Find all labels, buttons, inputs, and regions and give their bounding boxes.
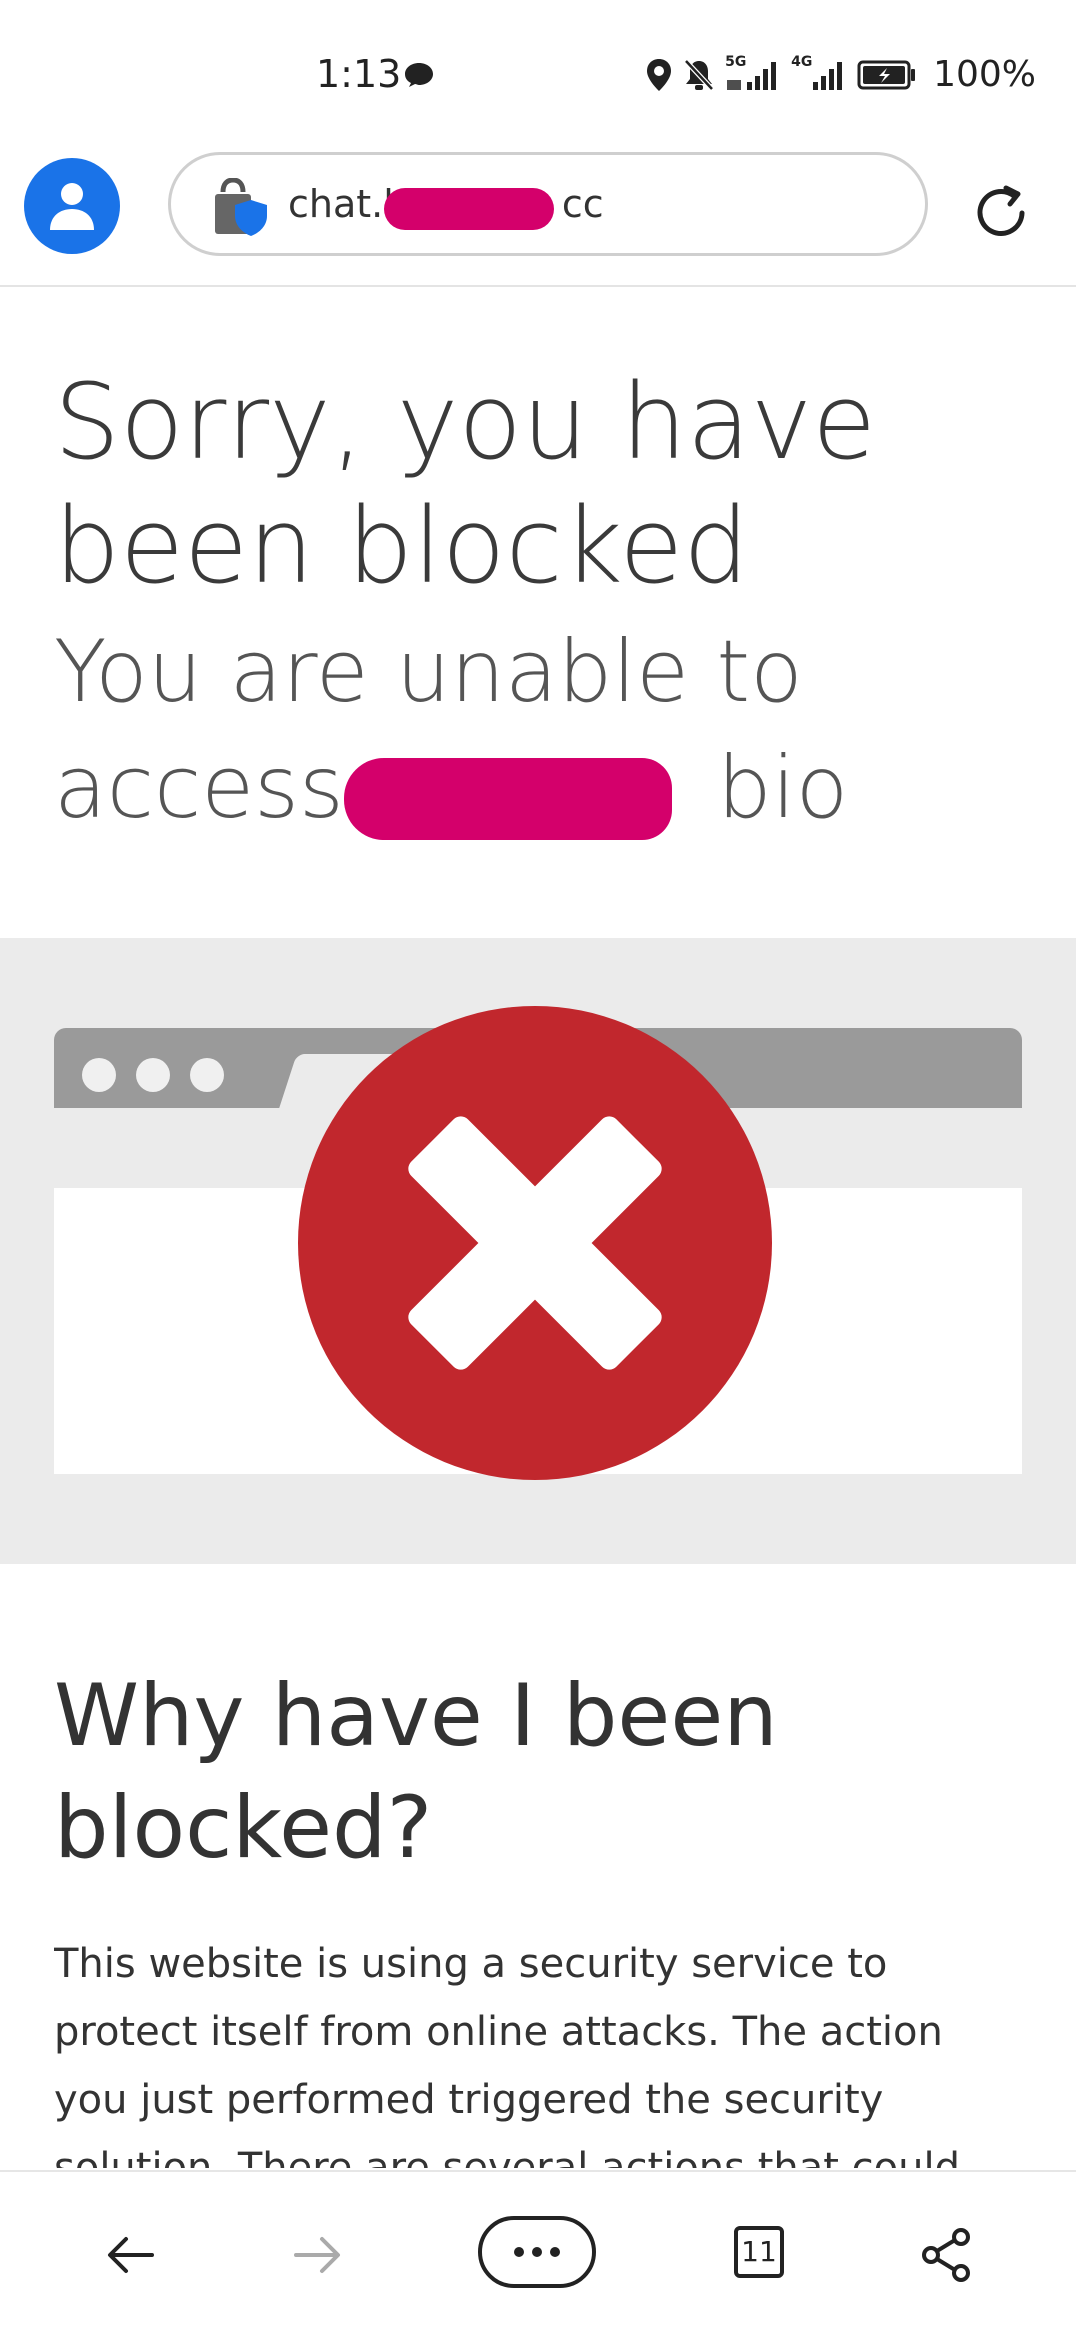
share-button[interactable] — [902, 2210, 992, 2300]
redaction-mark — [384, 188, 554, 230]
signal-5g-icon: 5G — [725, 54, 781, 92]
menu-button[interactable] — [478, 2216, 596, 2288]
battery-percent: 100% — [933, 54, 1036, 95]
redaction-mark — [344, 758, 672, 840]
more-dots-icon — [532, 2247, 542, 2257]
more-dots-icon — [550, 2247, 560, 2257]
window-dot-icon — [190, 1058, 224, 1092]
reload-icon[interactable] — [970, 182, 1032, 244]
user-icon — [50, 183, 94, 230]
location-icon — [647, 58, 672, 91]
arrow-left-icon — [108, 2237, 154, 2273]
status-bar: 1:13 5G 4G 100% — [0, 0, 1076, 150]
why-text: This website is using a security service… — [54, 1941, 960, 2168]
battery-charging-icon — [857, 60, 916, 89]
chat-bubble-icon — [405, 63, 433, 87]
bell-off-icon — [684, 58, 714, 91]
lock-shield-icon — [215, 178, 267, 236]
share-icon — [922, 2228, 970, 2282]
window-dot-icon — [136, 1058, 170, 1092]
forward-button[interactable] — [272, 2210, 362, 2300]
tabs-button[interactable]: 11 — [734, 2226, 784, 2278]
signal-4g-icon: 4G — [791, 54, 847, 92]
url-host: chat.l — [288, 182, 394, 226]
profile-avatar[interactable] — [24, 158, 120, 254]
status-time: 1:13 — [316, 52, 402, 96]
window-dot-icon — [82, 1058, 116, 1092]
status-icons: 5G 4G 100% — [645, 54, 1036, 95]
back-button[interactable] — [86, 2210, 176, 2300]
error-x-icon — [298, 1006, 772, 1480]
url-suffix: cc — [561, 182, 604, 226]
subtitle-end: bio — [717, 738, 849, 838]
more-dots-icon — [514, 2247, 524, 2257]
why-heading: Why have I been blocked? — [54, 1666, 778, 1878]
page-title: Sorry, you have been blocked — [54, 361, 877, 607]
arrow-right-icon — [294, 2237, 340, 2273]
